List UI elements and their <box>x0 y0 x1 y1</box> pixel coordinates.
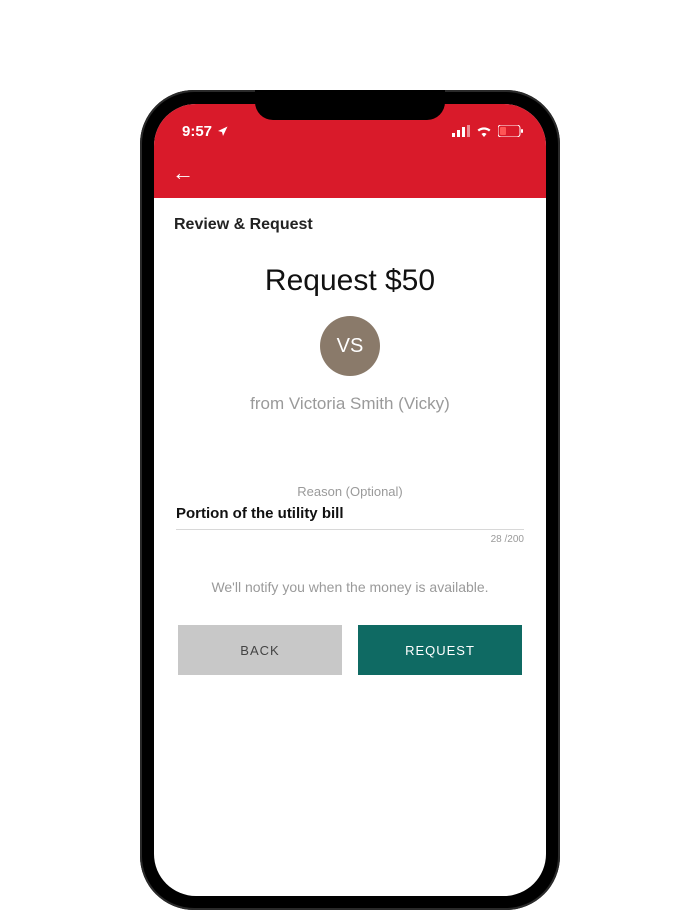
location-icon <box>217 125 229 137</box>
back-arrow-icon[interactable]: ← <box>172 162 194 184</box>
reason-label: Reason (Optional) <box>174 484 526 499</box>
signal-icon <box>452 125 470 137</box>
wifi-icon <box>476 125 492 137</box>
from-line: from Victoria Smith (Vicky) <box>174 394 526 414</box>
nav-bar: ← <box>154 148 546 198</box>
button-row: BACK REQUEST <box>174 625 526 675</box>
request-amount: Request $50 <box>174 264 526 298</box>
status-time: 9:57 <box>182 123 212 140</box>
status-right <box>452 125 524 137</box>
request-button[interactable]: REQUEST <box>358 625 522 675</box>
back-button[interactable]: BACK <box>178 625 342 675</box>
battery-icon <box>498 125 524 137</box>
content: Review & Request Request $50 VS from Vic… <box>154 198 546 675</box>
screen: 9:57 ← Review & Request <box>154 104 546 896</box>
avatar: VS <box>320 316 380 376</box>
availability-note: We'll notify you when the money is avail… <box>174 579 526 595</box>
page-title: Review & Request <box>174 216 526 234</box>
char-count: 28 /200 <box>174 534 526 545</box>
notch <box>255 90 445 120</box>
reason-field[interactable] <box>176 505 524 530</box>
reason-input[interactable] <box>176 505 524 522</box>
status-left: 9:57 <box>182 123 229 140</box>
phone-frame: 9:57 ← Review & Request <box>140 90 560 910</box>
